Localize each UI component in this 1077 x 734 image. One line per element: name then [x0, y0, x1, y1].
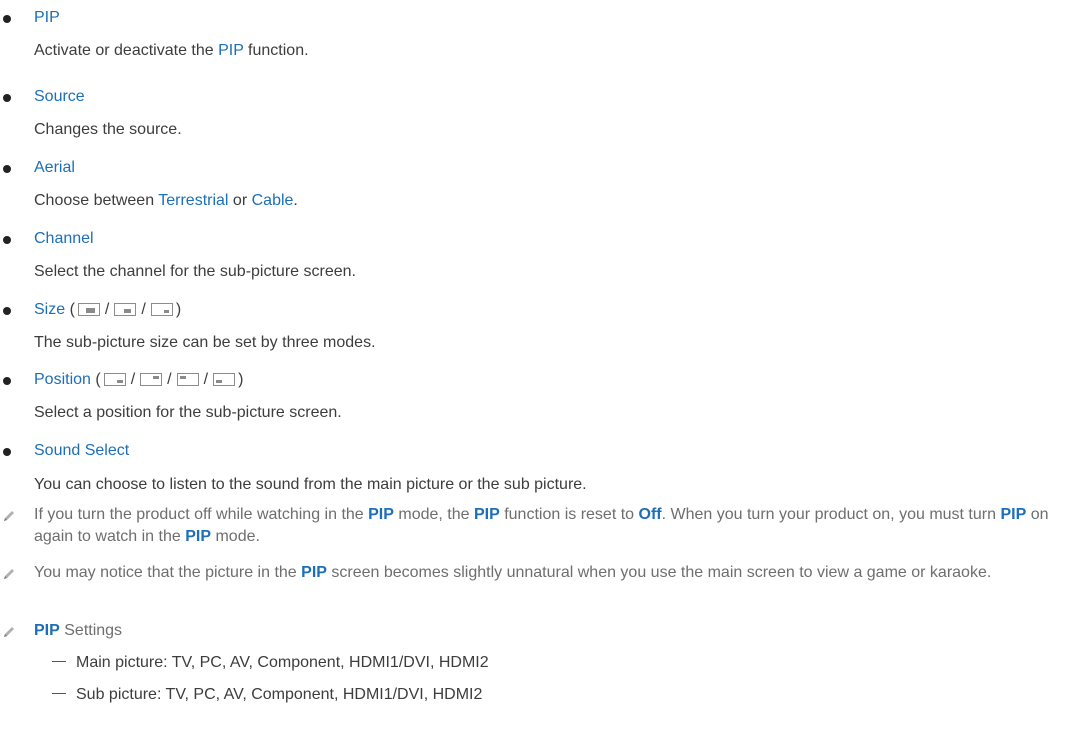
bullet-icon — [3, 94, 11, 102]
item-title-source: Source — [34, 88, 85, 105]
item-title-size-row: Size ( / /) — [34, 301, 181, 319]
settings-sub-picture: Sub picture: TV, PC, AV, Component, HDMI… — [52, 686, 482, 704]
item-title-position: Position — [34, 371, 91, 388]
item-title-pip: PIP — [34, 9, 60, 26]
bullet-icon — [3, 307, 11, 315]
size-medium-icon — [114, 303, 137, 316]
paren-open: ( — [69, 301, 75, 318]
note-text: If you turn the product off while watchi… — [34, 506, 1049, 545]
separator: / — [104, 301, 110, 318]
note-text: You may notice that the picture in the P… — [34, 564, 992, 581]
separator: / — [167, 371, 172, 388]
document-page: PIP Activate or deactivate the PIP funct… — [0, 0, 1077, 734]
bullet-icon — [3, 448, 11, 456]
item-desc-source: Changes the source. — [34, 121, 182, 138]
note-text: PIP Settings — [34, 622, 123, 639]
item-title-position-row: Position ( / / /) — [34, 371, 243, 389]
paren-close: ) — [175, 301, 182, 318]
item-desc-position: Select a position for the sub-picture sc… — [34, 404, 342, 421]
settings-main-picture: Main picture: TV, PC, AV, Component, HDM… — [52, 654, 489, 672]
position-top-left-icon — [176, 373, 199, 386]
item-desc-size: The sub-picture size can be set by three… — [34, 334, 376, 351]
separator: / — [130, 371, 136, 388]
item-desc-sound-select: You can choose to listen to the sound fr… — [34, 476, 587, 493]
item-desc-pip: Activate or deactivate the PIP function. — [34, 42, 309, 59]
bullet-icon — [3, 377, 11, 385]
pencil-icon — [4, 627, 14, 637]
item-desc-channel: Select the channel for the sub-picture s… — [34, 263, 356, 280]
position-bottom-left-icon — [213, 373, 236, 386]
paren-close: ) — [238, 371, 244, 388]
bullet-icon — [3, 165, 11, 173]
separator: / — [203, 371, 209, 388]
dash-icon — [52, 661, 66, 662]
item-title-sound-select: Sound Select — [34, 442, 130, 459]
item-title-channel: Channel — [34, 230, 94, 247]
item-title-aerial: Aerial — [34, 159, 75, 176]
item-desc-aerial: Choose between Terrestrial or Cable. — [34, 192, 298, 209]
pencil-icon — [4, 569, 14, 579]
pencil-icon — [4, 511, 14, 521]
size-small-icon — [150, 303, 173, 316]
size-large-icon — [77, 303, 100, 316]
item-title-size: Size — [34, 301, 66, 318]
position-bottom-right-icon — [103, 373, 126, 386]
bullet-icon — [3, 15, 11, 23]
position-top-right-icon — [140, 373, 163, 386]
dash-icon — [52, 693, 66, 694]
separator: / — [141, 301, 146, 318]
bullet-icon — [3, 236, 11, 244]
paren-open: ( — [95, 371, 101, 388]
